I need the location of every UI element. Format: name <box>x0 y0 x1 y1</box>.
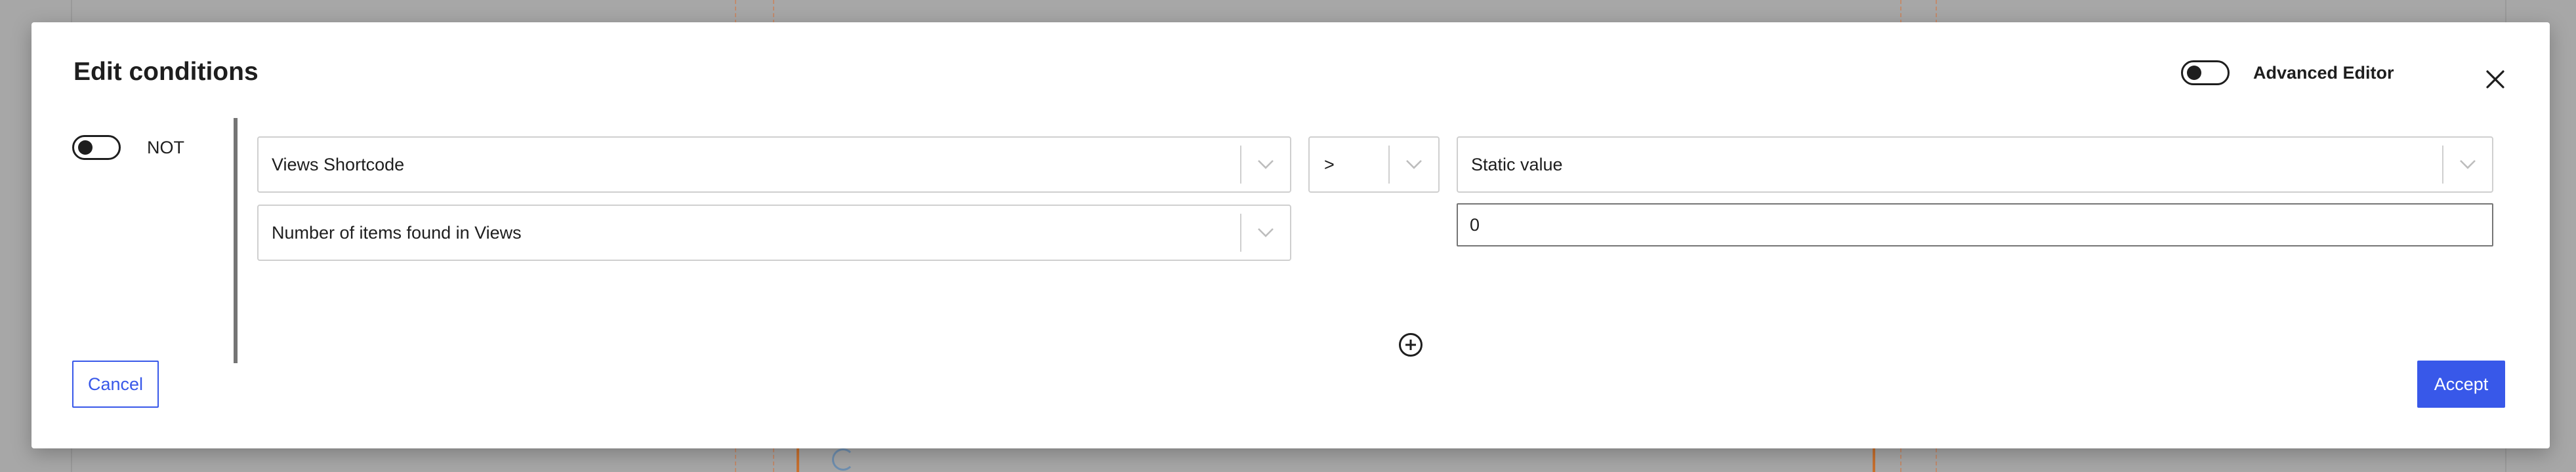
close-button[interactable] <box>2479 63 2512 96</box>
advanced-editor-toggle[interactable] <box>2181 60 2230 85</box>
toggle-knob <box>78 140 93 155</box>
dialog-title: Edit conditions <box>73 58 259 86</box>
add-circle-icon <box>1399 333 1423 357</box>
condition-group-bar <box>234 118 238 363</box>
close-icon <box>2486 70 2504 88</box>
not-label: NOT <box>147 138 184 157</box>
static-value-input[interactable] <box>1457 203 2493 246</box>
operator-select-value: > <box>1324 154 1335 174</box>
operator-select[interactable]: > <box>1308 136 1440 193</box>
source-select[interactable]: Views Shortcode <box>257 136 1291 193</box>
toggle-knob <box>2187 66 2201 80</box>
chevron-down-icon <box>1390 138 1438 191</box>
chevron-down-icon <box>1241 138 1290 191</box>
field-select[interactable]: Number of items found in Views <box>257 205 1291 261</box>
not-toggle[interactable] <box>72 135 121 160</box>
edit-conditions-dialog: Edit conditions Advanced Editor NOT View… <box>31 22 2550 448</box>
value-type-select-value: Static value <box>1471 154 1563 174</box>
chevron-down-icon <box>1241 206 1290 260</box>
source-select-value: Views Shortcode <box>272 154 405 174</box>
background-spinner-icon <box>832 448 854 471</box>
cancel-button[interactable]: Cancel <box>72 361 159 408</box>
accept-button[interactable]: Accept <box>2417 361 2505 408</box>
chevron-down-icon <box>2443 138 2492 191</box>
add-condition-button[interactable] <box>1398 332 1424 358</box>
value-type-select[interactable]: Static value <box>1457 136 2493 193</box>
field-select-value: Number of items found in Views <box>272 222 522 243</box>
advanced-editor-label: Advanced Editor <box>2253 63 2394 83</box>
